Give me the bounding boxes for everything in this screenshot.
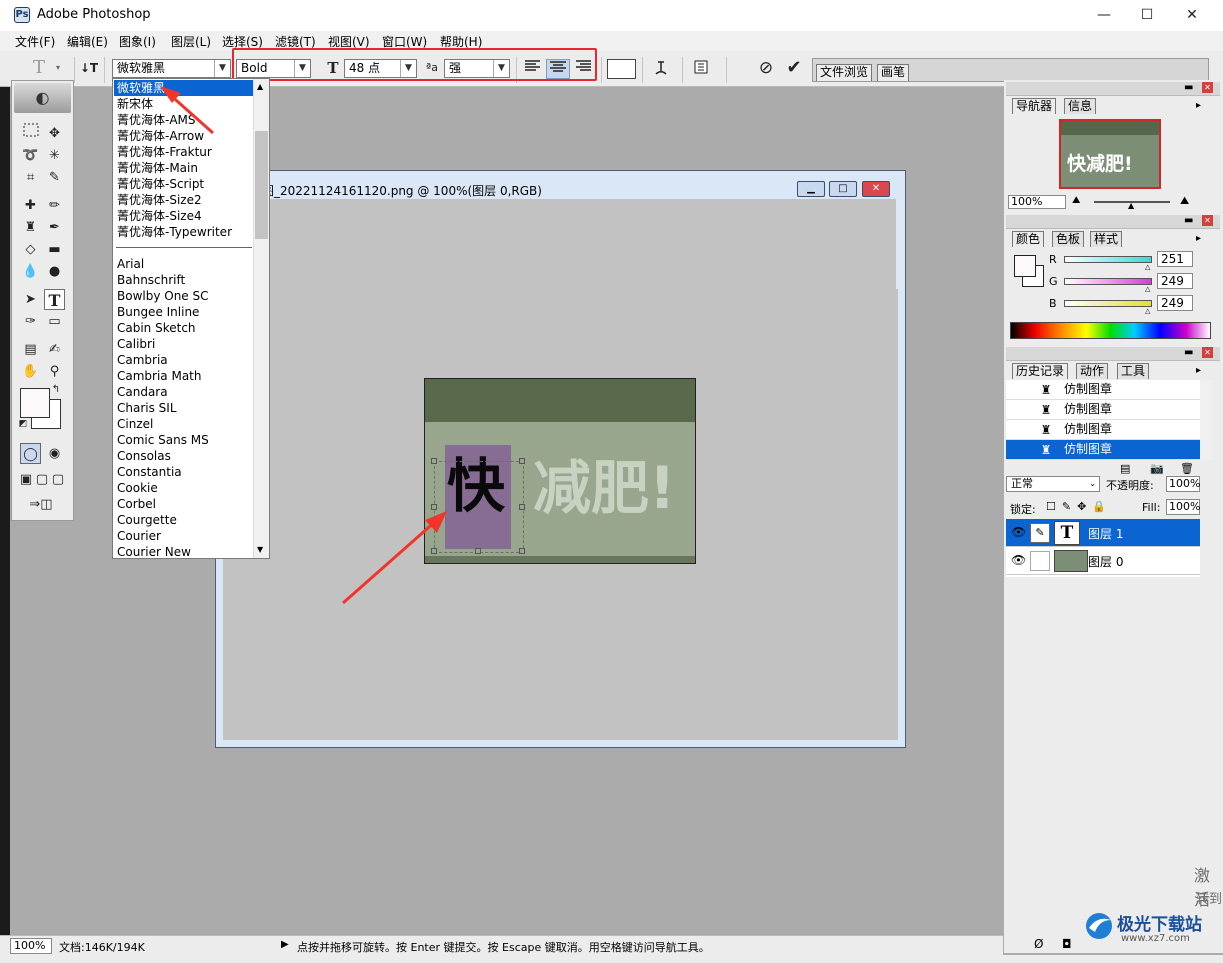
arrow-to-font-list	[160, 86, 214, 135]
annotation-arrows	[160, 86, 447, 605]
arrow-to-canvas-text	[342, 511, 447, 605]
